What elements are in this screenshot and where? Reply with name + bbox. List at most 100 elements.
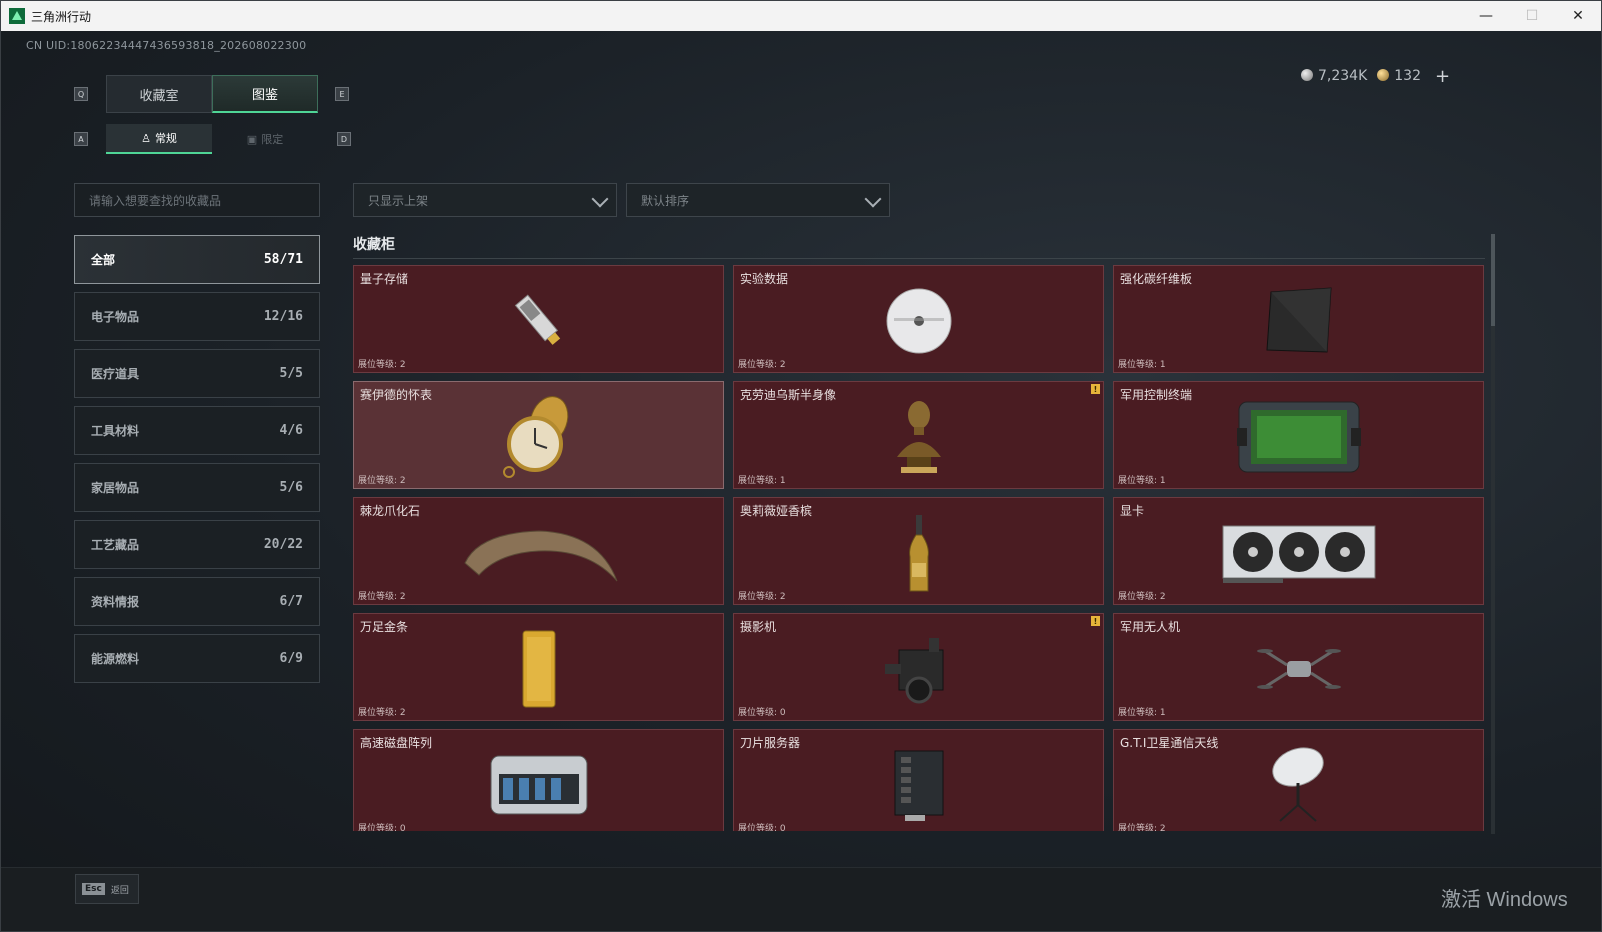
category-count: 58/71 [263, 252, 303, 267]
item-name: 军用控制终端 [1120, 388, 1193, 402]
drone-icon [1256, 649, 1341, 690]
category-label: 资料情报 [91, 595, 140, 609]
category-label: 能源燃料 [91, 652, 140, 666]
item-level: 展位等级: 2 [738, 360, 786, 370]
gold-coin-icon [1377, 69, 1390, 81]
category-label: 电子物品 [91, 310, 140, 324]
back-label: 返回 [110, 885, 129, 896]
item-name: 显卡 [1120, 504, 1145, 518]
key-hint-e: E [335, 87, 349, 101]
champagne-icon [908, 515, 929, 592]
item-card[interactable]: 奥莉薇娅香槟 展位等级: 2 [733, 497, 1104, 605]
item-level: 展位等级: 2 [738, 592, 786, 602]
tab-collection-room[interactable]: 收藏室 [106, 75, 212, 113]
item-name: 摄影机 [740, 620, 777, 634]
back-button[interactable]: Esc 返回 [75, 874, 139, 904]
maximize-button[interactable]: ☐ [1509, 1, 1555, 31]
game-window: 三角洲行动 — ☐ ✕ CN UID:18062234447436593818_… [0, 0, 1602, 932]
item-name: G.T.I卫星通信天线 [1120, 736, 1219, 750]
category-household[interactable]: 家居物品 5/6 [74, 463, 320, 512]
item-name: 克劳迪乌斯半身像 [740, 388, 837, 402]
satellite-dish-icon [1271, 747, 1324, 822]
key-hint-q: Q [74, 87, 88, 101]
carbon-plate-icon [1265, 287, 1332, 353]
category-medical[interactable]: 医疗道具 5/5 [74, 349, 320, 398]
item-card[interactable]: G.T.I卫星通信天线 展位等级: 2 [1113, 729, 1484, 831]
section-title: 收藏柜 [353, 237, 395, 253]
item-level: 展位等级: 2 [1118, 592, 1166, 602]
item-name: 军用无人机 [1120, 620, 1181, 634]
item-card[interactable]: 实验数据 展位等级: 2 [733, 265, 1104, 373]
sort-dropdown[interactable]: 默认排序 [626, 183, 890, 217]
display-filter-dropdown[interactable]: 只显示上架 [353, 183, 617, 217]
close-button[interactable]: ✕ [1555, 1, 1601, 31]
category-count: 5/6 [279, 480, 303, 495]
item-name: 赛伊德的怀表 [360, 388, 433, 402]
item-card[interactable]: 赛伊德的怀表 展位等级: 2 [353, 381, 724, 489]
gold-amount: 132 [1394, 68, 1421, 84]
display-filter-value: 只显示上架 [368, 193, 429, 208]
item-card[interactable]: 万足金条 展位等级: 2 [353, 613, 724, 721]
item-card[interactable]: 军用无人机 展位等级: 1 [1113, 613, 1484, 721]
item-card[interactable]: 强化碳纤维板 展位等级: 1 [1113, 265, 1484, 373]
tab-regular[interactable]: ♙ 常规 [106, 124, 212, 154]
usb-drive-icon [514, 294, 560, 346]
minimize-button[interactable]: — [1463, 1, 1509, 31]
item-card[interactable]: 刀片服务器 展位等级: 0 [733, 729, 1104, 831]
windows-activation-watermark: 激活 Windows [1441, 889, 1568, 911]
gpu-icon [1222, 525, 1375, 584]
item-level: 展位等级: 2 [358, 592, 406, 602]
claw-fossil-icon [463, 530, 617, 582]
item-name: 刀片服务器 [740, 736, 801, 750]
item-level: 展位等级: 0 [358, 824, 406, 831]
item-level: 展位等级: 1 [1118, 360, 1166, 370]
item-card[interactable]: 摄影机 ! 展位等级: 0 [733, 613, 1104, 721]
category-energy[interactable]: 能源燃料 6/9 [74, 634, 320, 683]
category-label: 工艺藏品 [91, 538, 140, 552]
category-tools[interactable]: 工具材料 4/6 [74, 406, 320, 455]
category-count: 5/5 [279, 366, 303, 381]
add-currency-button[interactable]: + [1435, 66, 1450, 87]
item-card[interactable]: 克劳迪乌斯半身像 ! 展位等级: 1 [733, 381, 1104, 489]
tab-limited-label: 限定 [261, 133, 284, 146]
item-level: 展位等级: 2 [358, 708, 406, 718]
category-label: 医疗道具 [91, 367, 140, 381]
tab-limited[interactable]: ▣ 限定 [212, 124, 318, 154]
item-level: 展位等级: 2 [1118, 824, 1166, 831]
category-electronics[interactable]: 电子物品 12/16 [74, 292, 320, 341]
category-crafts[interactable]: 工艺藏品 20/22 [74, 520, 320, 569]
esc-key-hint: Esc [82, 883, 105, 895]
key-hint-a: A [74, 132, 88, 146]
item-name: 奥莉薇娅香槟 [740, 504, 813, 518]
item-card[interactable]: 量子存储 展位等级: 2 [353, 265, 724, 373]
pocket-watch-icon [502, 396, 568, 479]
item-card[interactable]: 显卡 展位等级: 2 [1113, 497, 1484, 605]
gold-bar-icon [522, 630, 555, 708]
category-count: 6/9 [279, 651, 303, 666]
bottom-bar [1, 867, 1601, 931]
item-name: 量子存储 [360, 272, 409, 286]
disk-array-icon [490, 755, 587, 815]
category-all[interactable]: 全部 58/71 [74, 235, 320, 284]
bust-icon [896, 401, 941, 474]
player-uid: CN UID:18062234447436593818_202608022300 [26, 39, 307, 52]
currency-bar: 7,234K 132 + [1301, 65, 1450, 87]
silver-amount: 7,234K [1318, 68, 1368, 84]
category-count: 12/16 [263, 309, 303, 324]
item-level: 展位等级: 0 [738, 824, 786, 831]
regular-icon: ♙ [141, 131, 151, 145]
search-input[interactable]: 请输入想要查找的收藏品 [74, 183, 320, 217]
item-card[interactable]: 高速磁盘阵列 展位等级: 0 [353, 729, 724, 831]
grid-scrollbar-thumb[interactable] [1491, 234, 1495, 326]
silver-coin-icon [1301, 69, 1313, 81]
category-intel[interactable]: 资料情报 6/7 [74, 577, 320, 626]
section-divider [353, 258, 1485, 259]
item-card[interactable]: 军用控制终端 展位等级: 1 [1113, 381, 1484, 489]
item-card[interactable]: 棘龙爪化石 展位等级: 2 [353, 497, 724, 605]
tab-codex[interactable]: 图鉴 [212, 75, 318, 113]
camera-icon [884, 638, 943, 704]
item-level: 展位等级: 2 [358, 360, 406, 370]
item-name: 万足金条 [360, 620, 409, 634]
item-name: 强化碳纤维板 [1120, 272, 1193, 286]
silver-currency: 7,234K [1301, 68, 1367, 84]
